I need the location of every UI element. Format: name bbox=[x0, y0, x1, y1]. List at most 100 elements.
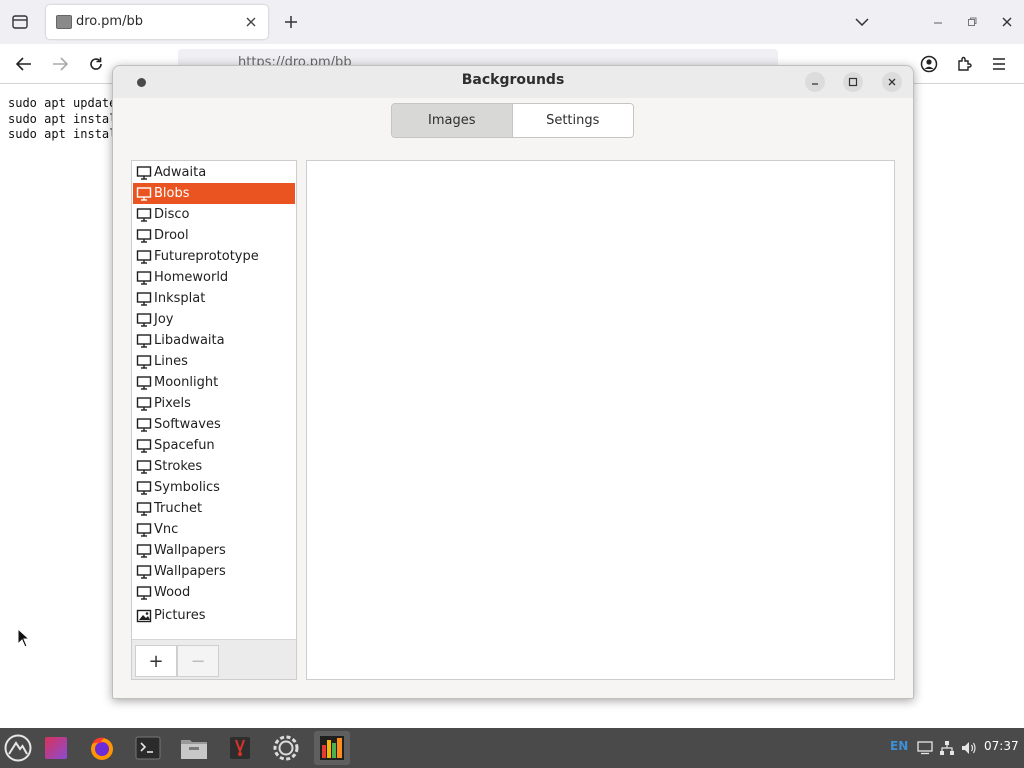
background-source-list: Adwaita Blobs Disco Drool Futureprototype Hom… bbox=[131, 160, 297, 680]
extensions-icon[interactable] bbox=[953, 53, 975, 75]
monitor-icon bbox=[136, 291, 152, 307]
chevron-down-icon[interactable] bbox=[852, 12, 872, 32]
minimize-button[interactable] bbox=[805, 72, 825, 92]
list-item[interactable]: Strokes bbox=[133, 456, 295, 477]
list-item[interactable]: Blobs bbox=[133, 183, 295, 204]
list-item-label: Libadwaita bbox=[154, 333, 225, 348]
keyboard-language[interactable]: EN bbox=[890, 739, 908, 753]
list-item[interactable]: Libadwaita bbox=[133, 330, 295, 351]
monitor-icon bbox=[136, 522, 152, 538]
page-line: sudo apt instal bbox=[8, 127, 117, 141]
list-item[interactable]: Symbolics bbox=[133, 477, 295, 498]
new-tab-button[interactable] bbox=[280, 11, 302, 33]
list-item[interactable]: Adwaita bbox=[133, 162, 295, 183]
account-icon[interactable] bbox=[918, 53, 940, 75]
list-item-label: Blobs bbox=[154, 186, 190, 201]
image-icon bbox=[136, 608, 152, 624]
monitor-icon bbox=[136, 165, 152, 181]
page-content: sudo apt update sudo apt instal sudo apt i… bbox=[8, 96, 116, 143]
list-item-label: Vnc bbox=[154, 522, 179, 537]
close-tab-icon[interactable] bbox=[242, 13, 260, 31]
display-icon[interactable] bbox=[916, 739, 934, 757]
list-item-label: Spacefun bbox=[154, 438, 215, 453]
monitor-icon bbox=[136, 438, 152, 454]
maximize-button[interactable] bbox=[843, 72, 863, 92]
files-icon[interactable] bbox=[176, 731, 212, 765]
list-item[interactable]: Joy bbox=[133, 309, 295, 330]
dialog-header[interactable]: Backgrounds bbox=[113, 66, 913, 98]
close-window-icon[interactable] bbox=[997, 12, 1017, 32]
list-item[interactable]: Wallpapers bbox=[133, 561, 295, 582]
volume-icon[interactable] bbox=[960, 739, 978, 757]
list-item-label: Disco bbox=[154, 207, 190, 222]
list-item[interactable]: Pictures bbox=[133, 605, 295, 626]
list-item-label: Strokes bbox=[154, 459, 203, 474]
menu-icon[interactable] bbox=[988, 53, 1010, 75]
monitor-icon bbox=[136, 207, 152, 223]
list-item[interactable]: Drool bbox=[133, 225, 295, 246]
list-item[interactable]: Homeworld bbox=[133, 267, 295, 288]
list-item-label: Drool bbox=[154, 228, 189, 243]
list-item[interactable]: Disco bbox=[133, 204, 295, 225]
monitor-icon bbox=[136, 480, 152, 496]
settings-icon[interactable] bbox=[268, 731, 304, 765]
add-button[interactable]: + bbox=[135, 645, 177, 677]
browser-tab-bar: dro.pm/bb bbox=[0, 0, 1024, 44]
view-switcher: Images Settings bbox=[391, 103, 634, 138]
tweaks-icon[interactable] bbox=[222, 731, 258, 765]
backgrounds-icon[interactable] bbox=[314, 731, 350, 765]
firefox-icon[interactable] bbox=[84, 731, 120, 765]
monitor-icon bbox=[136, 564, 152, 580]
list-item[interactable]: Wood bbox=[133, 582, 295, 603]
list-item-label: Symbolics bbox=[154, 480, 220, 495]
monitor-icon bbox=[136, 333, 152, 349]
monitor-icon bbox=[136, 417, 152, 433]
monitor-icon bbox=[136, 186, 152, 202]
forward-arrow-icon[interactable] bbox=[49, 53, 71, 75]
list-item-label: Joy bbox=[154, 312, 174, 327]
monitor-icon bbox=[136, 543, 152, 559]
list-item[interactable]: Futureprototype bbox=[133, 246, 295, 267]
restore-window-icon[interactable] bbox=[962, 12, 982, 32]
reload-icon[interactable] bbox=[85, 53, 107, 75]
tab-list-icon[interactable] bbox=[8, 10, 32, 34]
browser-tab[interactable]: dro.pm/bb bbox=[46, 5, 268, 39]
terminal-icon[interactable] bbox=[130, 731, 166, 765]
monitor-icon bbox=[136, 312, 152, 328]
list-item-label: Softwaves bbox=[154, 417, 221, 432]
close-button[interactable] bbox=[882, 72, 902, 92]
backgrounds-dialog: Backgrounds Images Settings Adwaita Blobs… bbox=[112, 65, 914, 699]
list-item[interactable]: Moonlight bbox=[133, 372, 295, 393]
list-item[interactable]: Lines bbox=[133, 351, 295, 372]
monitor-icon bbox=[136, 354, 152, 370]
dialog-title: Backgrounds bbox=[461, 72, 565, 88]
list-item[interactable]: Spacefun bbox=[133, 435, 295, 456]
app-menu-icon[interactable] bbox=[0, 731, 36, 765]
list-item[interactable]: Softwaves bbox=[133, 414, 295, 435]
tab-settings[interactable]: Settings bbox=[512, 104, 633, 137]
minimize-window-icon[interactable] bbox=[928, 12, 948, 32]
list-item[interactable]: Pixels bbox=[133, 393, 295, 414]
monitor-icon bbox=[136, 249, 152, 265]
list-item[interactable]: Vnc bbox=[133, 519, 295, 540]
network-icon[interactable] bbox=[938, 739, 956, 757]
list-item-label: Lines bbox=[154, 354, 188, 369]
list-item[interactable]: Inksplat bbox=[133, 288, 295, 309]
list-item-label: Truchet bbox=[154, 501, 203, 516]
list-toolbar: + − bbox=[132, 639, 296, 679]
favicon-icon bbox=[56, 15, 72, 29]
remove-button[interactable]: − bbox=[177, 645, 219, 677]
image-preview-area[interactable] bbox=[306, 160, 895, 680]
list-item[interactable]: Truchet bbox=[133, 498, 295, 519]
tab-images[interactable]: Images bbox=[392, 104, 513, 137]
back-arrow-icon[interactable] bbox=[13, 53, 35, 75]
taskbar: EN 07:37 bbox=[0, 728, 1024, 768]
monitor-icon bbox=[136, 459, 152, 475]
list-item-label: Wallpapers bbox=[154, 564, 226, 579]
browser-tab-title: dro.pm/bb bbox=[76, 14, 143, 29]
monitor-icon bbox=[136, 501, 152, 517]
list-item-label: Inksplat bbox=[154, 291, 206, 306]
color-app-icon[interactable] bbox=[38, 731, 74, 765]
clock[interactable]: 07:37 bbox=[984, 739, 1019, 753]
list-item[interactable]: Wallpapers bbox=[133, 540, 295, 561]
